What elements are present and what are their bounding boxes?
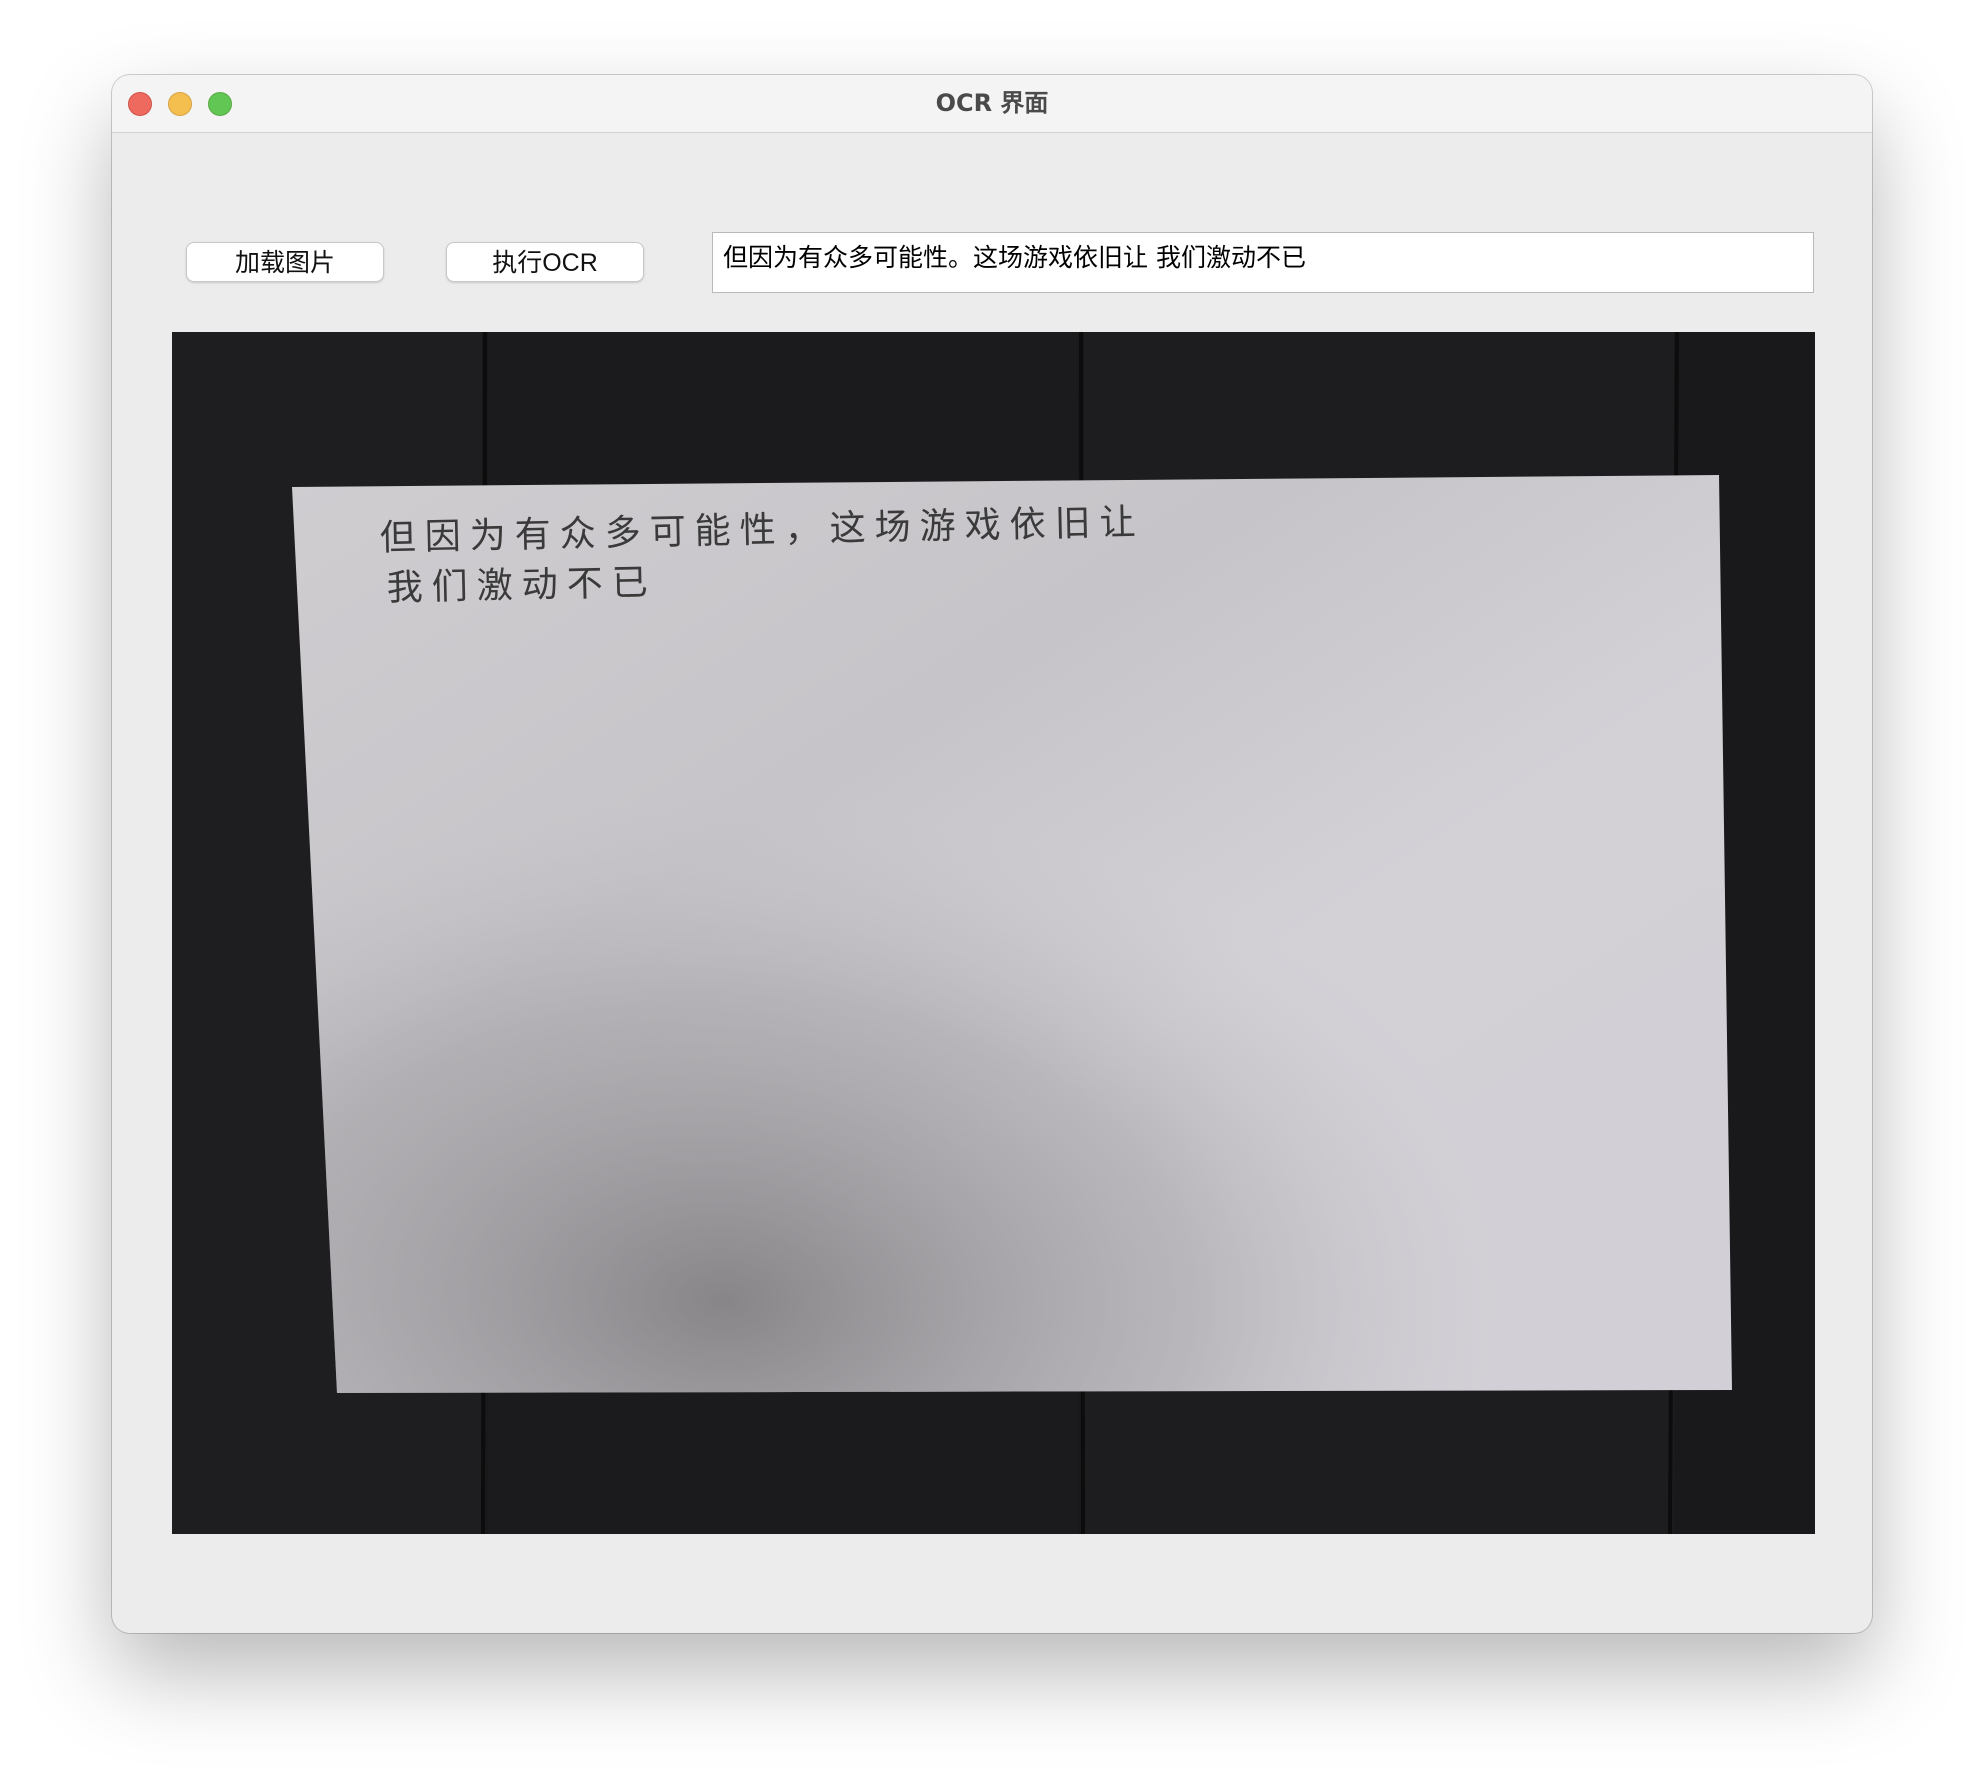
load-image-button[interactable]: 加载图片 xyxy=(186,242,384,282)
app-window: OCR 界面 加载图片 执行OCR 但因为有众多可能性。这场游戏依旧让 我们激动… xyxy=(112,75,1872,1633)
window-title: OCR 界面 xyxy=(935,89,1049,117)
title-bar[interactable]: OCR 界面 xyxy=(112,75,1872,133)
run-ocr-button[interactable]: 执行OCR xyxy=(446,242,644,282)
ocr-result-field[interactable]: 但因为有众多可能性。这场游戏依旧让 我们激动不已 xyxy=(712,232,1814,293)
photo-canvas: 但因为有众多可能性，这场游戏依旧让 我们激动不已 xyxy=(172,332,1815,1534)
image-preview: 但因为有众多可能性，这场游戏依旧让 我们激动不已 xyxy=(172,332,1815,1534)
handwritten-line-2: 我们激动不已 xyxy=(386,562,657,609)
